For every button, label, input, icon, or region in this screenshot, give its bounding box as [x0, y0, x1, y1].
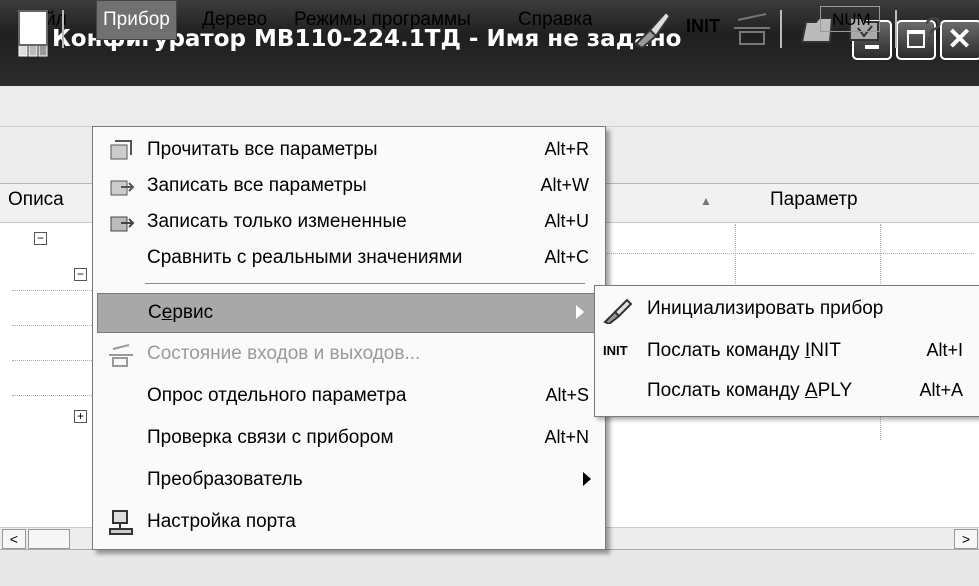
menu-item-converter[interactable]: Преобразователь [93, 461, 605, 501]
write-params-icon [110, 180, 135, 196]
menu-item-label: Настройка порта [147, 511, 296, 532]
io-state-icon [109, 344, 133, 367]
tree-line [12, 395, 92, 396]
menu-item-label: Послать команду INIT [647, 340, 841, 361]
menu-item-write-changed[interactable]: Записать только измененные Alt+U [93, 203, 605, 243]
help-icon[interactable]: ? [915, 6, 959, 50]
device-menu-dropdown: Прочитать все параметры Alt+R Записать в… [92, 126, 606, 550]
tree-collapse-icon[interactable]: − [34, 232, 47, 245]
submenu-item-send-init[interactable]: INIT Послать команду INIT Alt+I [595, 332, 979, 372]
submenu-arrow-icon [576, 305, 584, 319]
brush-icon[interactable] [630, 6, 674, 50]
write-changed-icon [110, 216, 135, 232]
menu-program-modes[interactable]: Режимы программы [288, 0, 477, 40]
menu-item-label: Инициализировать прибор [647, 298, 884, 319]
tree-collapse-icon[interactable]: − [74, 268, 87, 281]
status-bar [0, 549, 979, 586]
init-icon[interactable]: INIT [686, 16, 720, 37]
tree-line [604, 253, 974, 254]
io-state-icon[interactable] [730, 6, 774, 50]
menu-item-compare[interactable]: Сравнить с реальными значениями Alt+C [93, 239, 605, 279]
menu-bar [0, 86, 979, 127]
toolbar-separator [895, 10, 897, 48]
menu-item-shortcut: Alt+N [544, 427, 589, 447]
menu-item-label: Сравнить с реальными значениями [147, 247, 463, 268]
menu-item-port-settings[interactable]: Настройка порта [93, 503, 605, 543]
menu-item-label: Записать все параметры [147, 175, 367, 196]
menu-item-shortcut: Alt+U [544, 211, 589, 231]
scroll-left-button[interactable]: < [2, 529, 26, 549]
menu-item-shortcut: Alt+A [919, 380, 963, 400]
scroll-thumb[interactable] [28, 529, 70, 549]
read-params-icon [110, 140, 132, 160]
column-description[interactable]: Описа [8, 189, 64, 211]
menu-tree[interactable]: Дерево [196, 0, 273, 40]
menu-item-label: Опрос отдельного параметра [147, 385, 407, 406]
status-num-lock: NUM [832, 10, 871, 29]
menu-item-check-connection[interactable]: Проверка связи с прибором Alt+N [93, 419, 605, 459]
menu-item-label: Сервис [148, 302, 214, 323]
menu-help[interactable]: Справка [512, 0, 599, 40]
menu-item-shortcut: Alt+C [544, 247, 589, 267]
tree-line [735, 224, 736, 284]
menu-item-io-state: Состояние входов и выходов... [93, 335, 605, 375]
menu-item-read-all[interactable]: Прочитать все параметры Alt+R [93, 131, 605, 171]
menu-item-shortcut: Alt+W [540, 175, 589, 195]
submenu-arrow-icon [583, 472, 591, 486]
toolbar-separator [62, 10, 64, 48]
menu-device[interactable]: Прибор [96, 0, 177, 40]
submenu-item-init-device[interactable]: Инициализировать прибор [595, 290, 979, 330]
svg-text:?: ? [923, 11, 941, 47]
port-settings-icon [109, 510, 133, 535]
menu-item-label: Послать команду APLY [647, 380, 853, 401]
menu-item-label: Прочитать все параметры [147, 139, 378, 160]
brush-icon [603, 298, 633, 324]
menu-item-service[interactable]: Сервис [97, 293, 599, 333]
toolbar-separator [780, 10, 782, 48]
menu-item-shortcut: Alt+S [545, 385, 589, 405]
tree-line [880, 415, 881, 440]
menu-item-poll-parameter[interactable]: Опрос отдельного параметра Alt+S [93, 377, 605, 417]
menu-item-label: Проверка связи с прибором [147, 427, 394, 448]
service-submenu: Инициализировать прибор INIT Послать ком… [594, 285, 979, 417]
tree-line [880, 224, 881, 284]
menu-item-shortcut: Alt+I [926, 340, 963, 360]
scroll-right-button[interactable]: > [954, 529, 978, 549]
menu-item-label: Записать только измененные [147, 211, 407, 232]
tree-expand-icon[interactable]: + [74, 410, 87, 423]
menu-separator [145, 283, 585, 285]
column-parameter[interactable]: Параметр [770, 189, 858, 211]
init-icon: INIT [603, 343, 628, 358]
menu-item-write-all[interactable]: Записать все параметры Alt+W [93, 167, 605, 207]
tree-line [12, 290, 92, 291]
submenu-item-send-aply[interactable]: Послать команду APLY Alt+A [595, 372, 979, 412]
tree-line [12, 360, 92, 361]
tree-line [12, 325, 92, 326]
menu-item-label: Состояние входов и выходов... [147, 343, 421, 364]
new-document-icon[interactable] [18, 10, 48, 46]
menu-item-shortcut: Alt+R [544, 139, 589, 159]
menu-item-label: Преобразователь [147, 469, 303, 490]
sort-ascending-icon: ▲ [700, 194, 712, 208]
